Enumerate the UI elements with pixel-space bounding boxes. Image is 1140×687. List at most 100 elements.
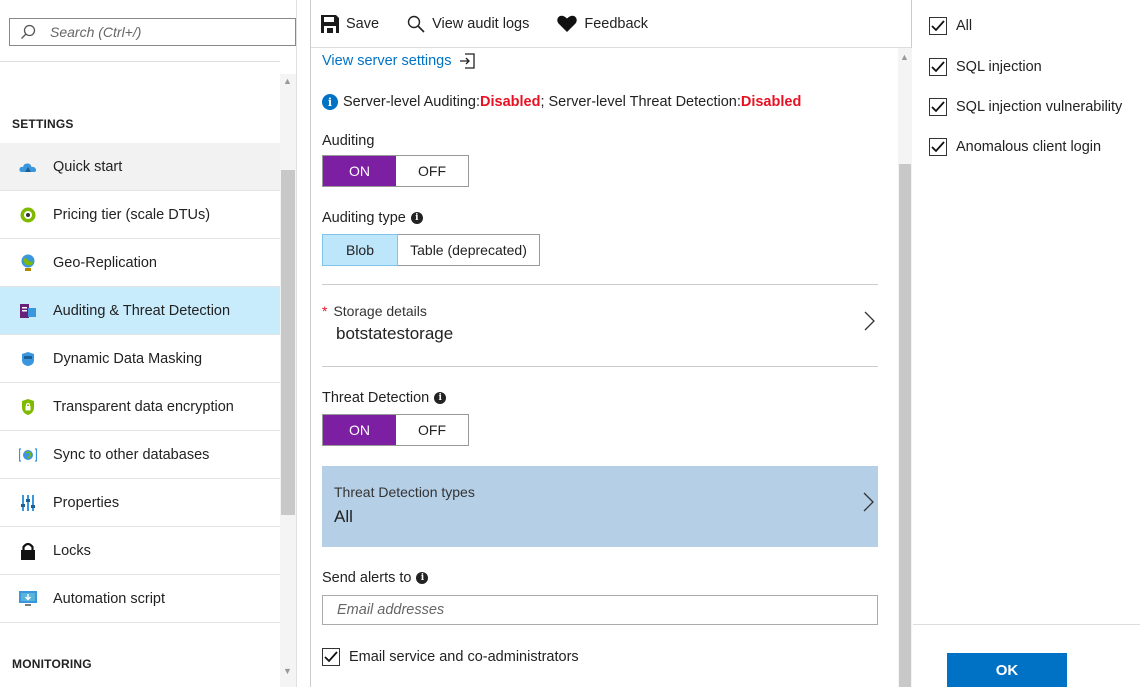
sidebar-item-label: Sync to other databases bbox=[53, 446, 210, 463]
threat-type-option-sql-injection[interactable]: SQL injection bbox=[929, 58, 1042, 76]
blade-scrollbar[interactable]: ▲ bbox=[898, 48, 912, 687]
sidebar-item-label: Properties bbox=[53, 494, 120, 511]
feedback-button[interactable]: Feedback bbox=[557, 15, 648, 32]
search-placeholder: Search (Ctrl+/) bbox=[50, 24, 142, 40]
view-server-settings-link[interactable]: View server settings bbox=[322, 53, 476, 69]
email-admins-checkbox[interactable] bbox=[322, 648, 340, 666]
sidebar-item-geo-replication[interactable]: Geo-Replication bbox=[0, 239, 280, 287]
server-level-status: i Server-level Auditing: Disabled; Serve… bbox=[322, 94, 801, 110]
panel-footer-divider bbox=[913, 624, 1140, 625]
threat-type-checkbox[interactable] bbox=[929, 58, 947, 76]
send-alerts-label: Send alerts to i bbox=[322, 570, 429, 586]
threat-type-option-all[interactable]: All bbox=[929, 17, 972, 35]
sidebar-item-quick-start[interactable]: Quick start bbox=[0, 143, 280, 191]
sidebar-item-automation-script[interactable]: Automation script bbox=[0, 575, 280, 623]
threat-type-option-anomalous-login[interactable]: Anomalous client login bbox=[929, 138, 1101, 156]
view-server-settings-label: View server settings bbox=[322, 53, 452, 69]
sidebar-item-pricing-tier[interactable]: Pricing tier (scale DTUs) bbox=[0, 191, 280, 239]
pricing-tier-icon bbox=[19, 206, 37, 224]
auditing-type-blob-option[interactable]: Blob bbox=[322, 234, 398, 266]
sidebar-item-locks[interactable]: Locks bbox=[0, 527, 280, 575]
auditing-type-label: Auditing type i bbox=[322, 210, 423, 226]
search-icon bbox=[407, 15, 425, 33]
email-addresses-input[interactable]: Email addresses bbox=[322, 595, 878, 625]
auditing-status-value: Disabled bbox=[480, 94, 541, 110]
info-icon[interactable]: i bbox=[434, 392, 447, 404]
heart-icon bbox=[557, 15, 578, 32]
threat-detection-types-selector[interactable]: Threat Detection types All bbox=[322, 466, 878, 547]
save-label: Save bbox=[346, 15, 380, 32]
sidebar-item-label: Geo-Replication bbox=[53, 254, 157, 271]
scrollbar-thumb[interactable] bbox=[899, 164, 911, 687]
feedback-label: Feedback bbox=[584, 15, 649, 32]
threat-status-prefix: ; Server-level Threat Detection: bbox=[540, 94, 741, 110]
sync-icon bbox=[19, 446, 37, 464]
checkmark-icon bbox=[931, 61, 945, 73]
auditing-toggle[interactable]: ON OFF bbox=[322, 155, 469, 187]
sidebar-item-label: Transparent data encryption bbox=[53, 398, 234, 415]
threat-types-panel: All SQL injection SQL injection vulnerab… bbox=[913, 0, 1140, 687]
checkmark-icon bbox=[324, 651, 338, 663]
email-admins-label: Email service and co-administrators bbox=[349, 649, 579, 665]
sidebar-item-label: Dynamic Data Masking bbox=[53, 350, 203, 367]
threat-type-option-sql-injection-vulnerability[interactable]: SQL injection vulnerability bbox=[929, 98, 1122, 116]
storage-account-value: botstatestorage bbox=[336, 324, 454, 343]
section-header-settings: SETTINGS bbox=[12, 117, 74, 131]
sign-in-icon bbox=[460, 53, 476, 69]
auditing-status-prefix: Server-level Auditing: bbox=[343, 94, 481, 110]
threat-types-label: Threat Detection types bbox=[334, 484, 475, 500]
left-nav: Search (Ctrl+/) SETTINGS Quick start Pri… bbox=[0, 0, 297, 687]
threat-detection-off-option[interactable]: OFF bbox=[396, 415, 468, 445]
email-admins-checkbox-row[interactable]: Email service and co-administrators bbox=[322, 648, 579, 666]
sidebar-item-tde[interactable]: Transparent data encryption bbox=[0, 383, 280, 431]
checkmark-icon bbox=[931, 101, 945, 113]
scrollbar-thumb[interactable] bbox=[281, 170, 295, 515]
auditing-type-selector[interactable]: Blob Table (deprecated) bbox=[322, 234, 540, 266]
sidebar-item-sync[interactable]: Sync to other databases bbox=[0, 431, 280, 479]
threat-type-checkbox[interactable] bbox=[929, 17, 947, 35]
threat-type-label: Anomalous client login bbox=[956, 139, 1102, 155]
auditing-icon bbox=[19, 302, 37, 320]
shield-lock-icon bbox=[19, 398, 37, 416]
auditing-off-option[interactable]: OFF bbox=[396, 156, 468, 186]
email-addresses-placeholder: Email addresses bbox=[337, 602, 445, 618]
threat-type-label: SQL injection bbox=[956, 59, 1042, 75]
threat-type-label: All bbox=[956, 18, 973, 34]
info-icon[interactable]: i bbox=[410, 212, 423, 224]
threat-type-label: SQL injection vulnerability bbox=[956, 99, 1123, 115]
threat-detection-label: Threat Detection i bbox=[322, 390, 447, 406]
lock-icon bbox=[19, 542, 37, 560]
section-header-monitoring: MONITORING bbox=[12, 657, 92, 671]
scroll-up-arrow-icon[interactable]: ▲ bbox=[283, 76, 292, 86]
threat-type-checkbox[interactable] bbox=[929, 138, 947, 156]
data-masking-icon bbox=[19, 350, 37, 368]
search-input[interactable]: Search (Ctrl+/) bbox=[9, 18, 296, 46]
auditing-on-option[interactable]: ON bbox=[323, 156, 396, 186]
sidebar-item-properties[interactable]: Properties bbox=[0, 479, 280, 527]
view-audit-logs-button[interactable]: View audit logs bbox=[407, 15, 529, 33]
save-button[interactable]: Save bbox=[321, 14, 380, 33]
info-icon[interactable]: i bbox=[416, 572, 429, 584]
storage-details-selector[interactable]: * Storage details botstatestorage bbox=[322, 303, 878, 351]
cloud-icon bbox=[19, 158, 37, 176]
sidebar-item-label: Auditing & Threat Detection bbox=[53, 302, 231, 319]
auditing-type-table-option[interactable]: Table (deprecated) bbox=[398, 234, 540, 266]
sidebar-item-label: Quick start bbox=[53, 158, 123, 175]
divider bbox=[0, 61, 280, 62]
threat-type-checkbox[interactable] bbox=[929, 98, 947, 116]
threat-detection-toggle[interactable]: ON OFF bbox=[322, 414, 469, 446]
ok-button[interactable]: OK bbox=[947, 653, 1067, 687]
storage-details-text: Storage details bbox=[333, 303, 427, 319]
checkmark-icon bbox=[931, 20, 945, 32]
scroll-down-arrow-icon[interactable]: ▼ bbox=[283, 666, 292, 676]
chevron-right-icon bbox=[864, 311, 875, 331]
properties-icon bbox=[19, 494, 37, 512]
sidebar-item-data-masking[interactable]: Dynamic Data Masking bbox=[0, 335, 280, 383]
toolbar: Save View audit logs Feedback bbox=[311, 0, 911, 48]
save-icon bbox=[321, 14, 339, 33]
threat-detection-on-option[interactable]: ON bbox=[323, 415, 396, 445]
required-marker: * bbox=[322, 303, 328, 319]
sidebar-item-auditing[interactable]: Auditing & Threat Detection bbox=[0, 287, 280, 335]
sidebar-scrollbar[interactable]: ▲ ▼ bbox=[280, 74, 296, 687]
scroll-up-arrow-icon[interactable]: ▲ bbox=[900, 52, 909, 62]
